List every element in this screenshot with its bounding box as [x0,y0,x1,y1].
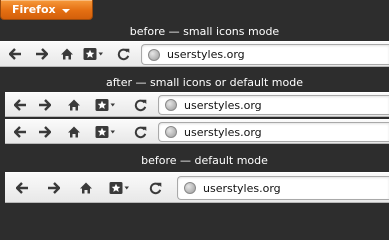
firefox-menu-button[interactable]: Firefox [0,0,93,20]
site-identity-globe-icon[interactable] [165,99,177,111]
navigation-toolbar-1: userstyles.org [0,41,389,67]
back-button[interactable] [14,125,27,138]
back-arrow-icon [14,125,26,138]
bookmarks-menu-button[interactable] [83,48,104,61]
bookmarks-star-icon [95,125,115,138]
navigation-toolbar-3: userstyles.org [5,119,389,144]
site-identity-globe-icon[interactable] [184,182,196,194]
reload-button[interactable] [149,181,162,194]
dropdown-caret-icon [61,8,70,13]
home-icon [80,182,92,193]
url-bar[interactable]: userstyles.org [158,95,389,115]
reload-icon [134,99,147,111]
url-bar[interactable]: userstyles.org [141,44,389,65]
caption-after: after — small icons or default mode [106,76,303,89]
site-identity-globe-icon[interactable] [165,126,177,138]
home-icon [68,99,80,110]
firefox-button-label: Firefox [12,3,56,16]
site-identity-globe-icon[interactable] [148,48,160,61]
forward-arrow-icon [39,125,51,138]
url-bar[interactable]: userstyles.org [158,122,389,142]
reload-icon [149,182,162,194]
home-button[interactable] [60,48,74,61]
bookmarks-star-icon [83,48,103,60]
back-button[interactable] [14,98,27,111]
home-button[interactable] [67,98,81,111]
url-text[interactable]: userstyles.org [203,182,281,195]
back-arrow-icon [16,181,28,194]
forward-arrow-icon [48,181,60,194]
home-icon [68,126,80,137]
reload-icon [117,48,130,61]
reload-icon [134,126,147,138]
reload-button[interactable] [134,98,147,111]
home-button[interactable] [67,125,81,138]
forward-arrow-icon [36,48,48,60]
navigation-toolbar-4: userstyles.org [5,172,389,203]
url-text[interactable]: userstyles.org [184,99,262,112]
url-text[interactable]: userstyles.org [184,126,262,139]
caption-before-default: before — default mode [141,154,268,167]
forward-button[interactable] [35,48,48,60]
bookmarks-menu-button[interactable] [109,181,130,194]
home-button[interactable] [79,181,93,194]
url-text[interactable]: userstyles.org [167,48,245,61]
caption-before-small-icons: before — small icons mode [129,25,280,38]
bookmarks-menu-button[interactable] [95,98,116,111]
reload-button[interactable] [117,48,130,61]
navigation-toolbar-2: userstyles.org [5,92,389,117]
reload-button[interactable] [134,125,147,138]
back-arrow-icon [9,48,21,60]
forward-button[interactable] [47,181,60,194]
url-bar[interactable]: userstyles.org [177,176,389,200]
forward-button[interactable] [38,98,51,111]
back-arrow-icon [14,98,26,111]
bookmarks-star-icon [95,98,115,111]
bookmarks-menu-button[interactable] [95,125,116,138]
back-button[interactable] [9,48,22,60]
back-button[interactable] [16,181,29,194]
home-icon [61,48,73,60]
forward-arrow-icon [39,98,51,111]
bookmarks-star-icon [109,181,129,194]
forward-button[interactable] [38,125,51,138]
